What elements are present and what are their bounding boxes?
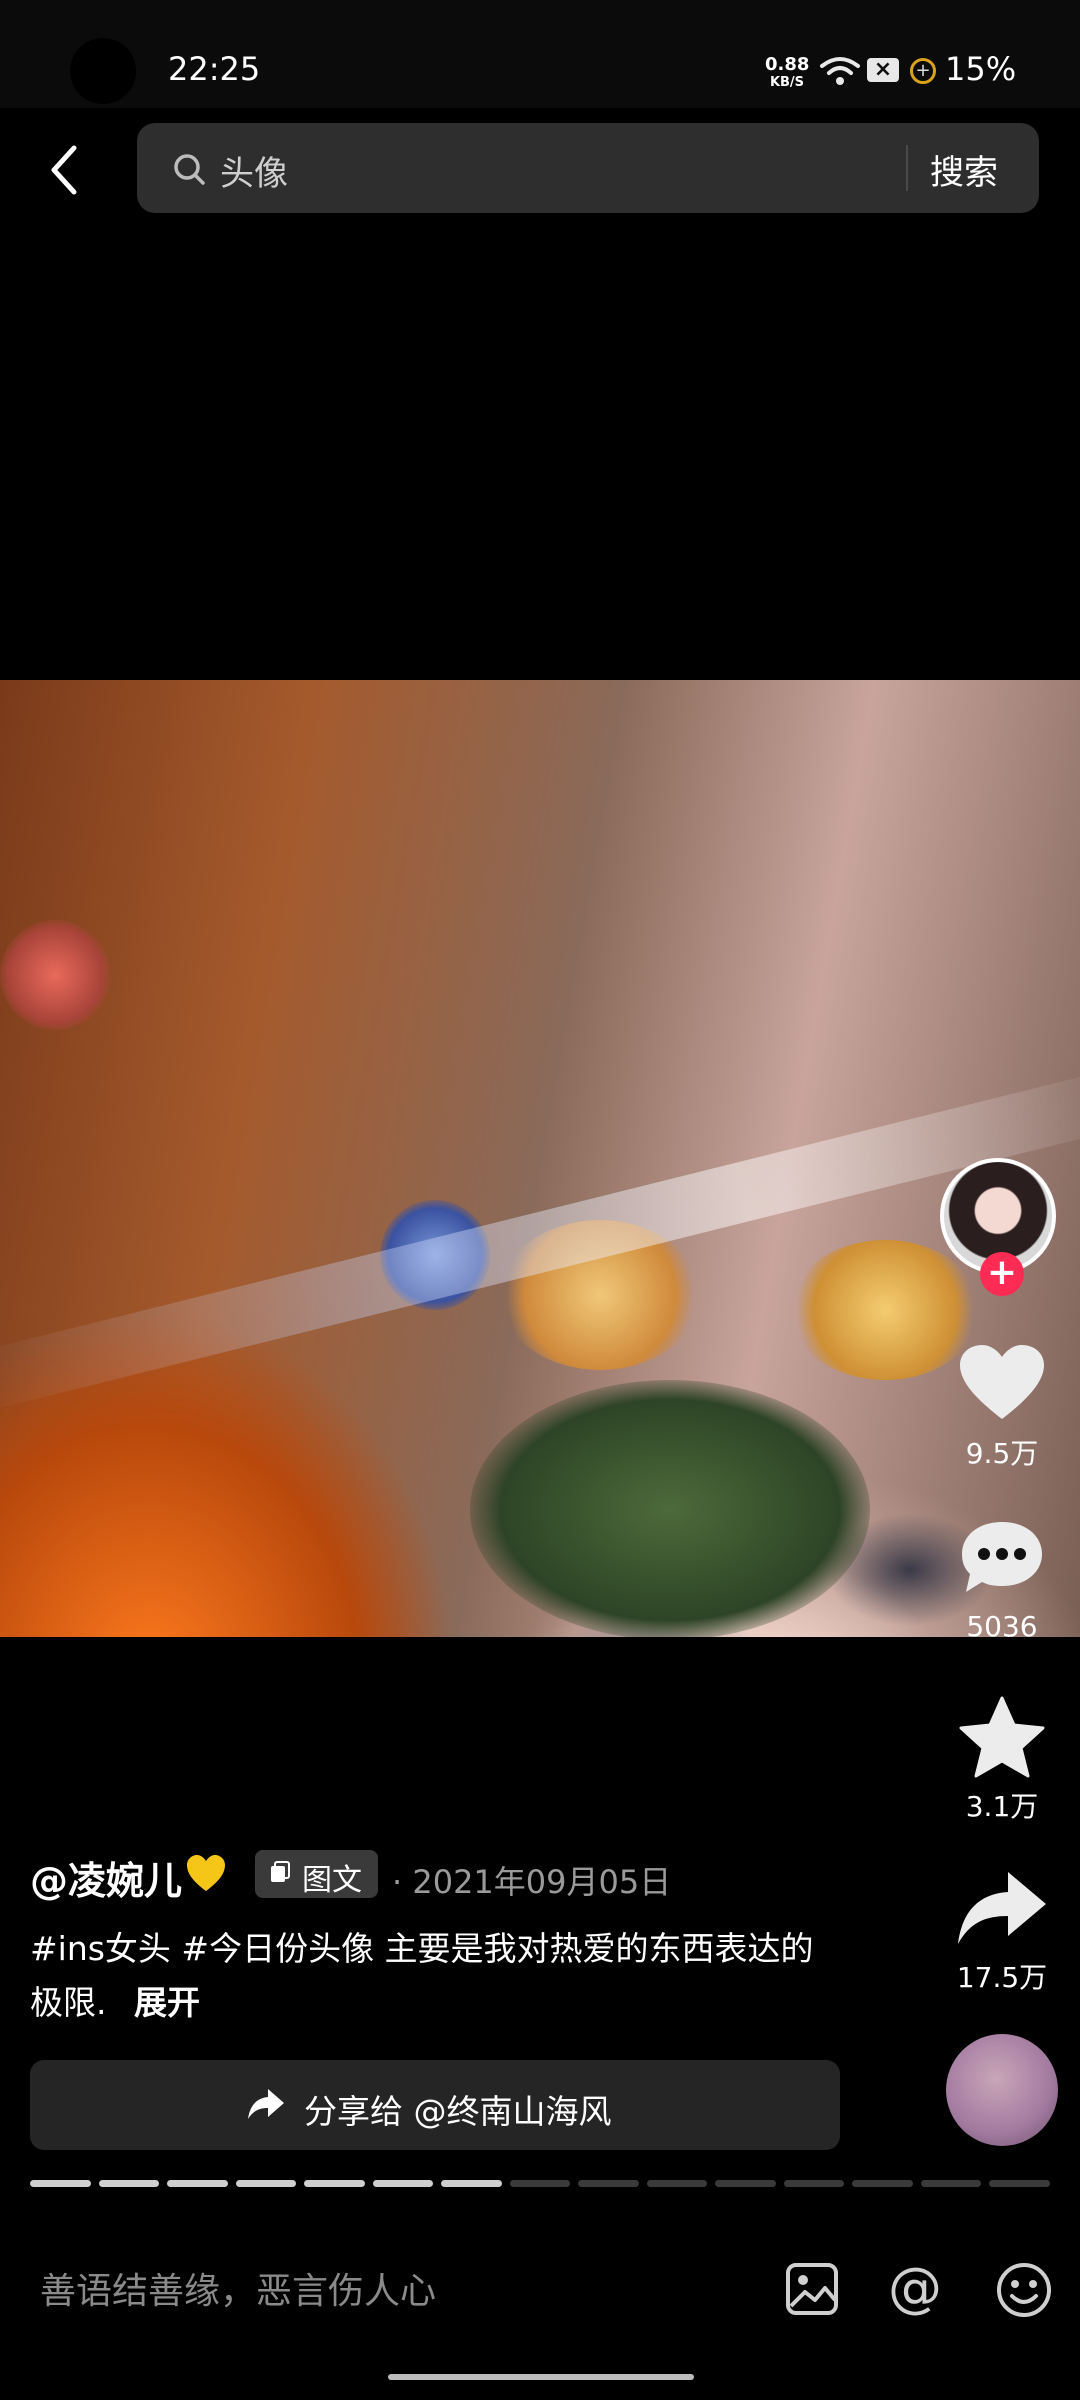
sim-x-icon: ×: [867, 58, 899, 82]
carousel-segment: [441, 2180, 502, 2187]
carousel-segment: [715, 2180, 776, 2187]
carousel-segment: [989, 2180, 1050, 2187]
share-to-label: 分享给 @终南山海风: [304, 2092, 612, 2131]
post-date: · 2021年09月05日: [392, 1863, 672, 1901]
image-text-icon: [271, 1861, 290, 1882]
comment-input[interactable]: 善语结善缘，恶言伤人心: [40, 2262, 436, 2314]
search-query-text[interactable]: 头像: [220, 146, 288, 195]
carousel-segment: [372, 2180, 434, 2187]
carousel-segment: [235, 2180, 297, 2187]
search-icon: [174, 154, 205, 185]
carousel-segment: [30, 2180, 91, 2187]
post-type-label: 图文: [302, 1863, 362, 1898]
carousel-segment: [98, 2180, 160, 2187]
author-name[interactable]: @凌婉儿: [30, 1850, 182, 1905]
comment-icon[interactable]: [958, 1518, 1046, 1598]
carousel-segment: [578, 2180, 639, 2187]
share-arrow-icon: [248, 2089, 284, 2119]
foliage-decoration: [470, 1380, 870, 1637]
share-count: 17.5万: [956, 1961, 1048, 1994]
search-button[interactable]: 搜索: [930, 145, 998, 194]
favorite-count: 3.1万: [965, 1790, 1039, 1823]
image-icon[interactable]: [785, 2262, 839, 2316]
battery-percentage: 15%: [945, 50, 1017, 88]
flower-decoration: [790, 1240, 980, 1380]
caption-text: #ins女头 #今日份头像 主要是我对热爱的东西表达的: [30, 1929, 814, 1968]
mention-at-icon[interactable]: @: [888, 2256, 942, 2319]
favorite-star-icon[interactable]: [958, 1695, 1046, 1779]
flower-decoration: [0, 920, 110, 1030]
carousel-segment: [509, 2180, 571, 2187]
back-button[interactable]: [40, 140, 90, 200]
carousel-segment: [304, 2180, 365, 2187]
status-bar: [0, 0, 1080, 108]
expand-caption-link[interactable]: 展开: [134, 1976, 200, 2024]
caption-text-continued: 极限.: [30, 1983, 107, 2022]
follow-button[interactable]: +: [980, 1252, 1024, 1296]
share-arrow-icon[interactable]: [956, 1868, 1048, 1948]
carousel-progress: [30, 2180, 1050, 2188]
wifi-icon: [820, 57, 860, 85]
emoji-icon[interactable]: [996, 2262, 1052, 2318]
camera-cutout: [70, 38, 136, 104]
like-icon[interactable]: [958, 1343, 1046, 1423]
carousel-segment: [920, 2180, 982, 2187]
battery-saver-icon: +: [910, 58, 936, 84]
network-speed: 0.88 KB/S: [765, 56, 809, 92]
search-divider: [906, 145, 908, 191]
comment-count: 5036: [966, 1610, 1038, 1643]
carousel-segment: [852, 2180, 913, 2187]
carousel-segment: [167, 2180, 228, 2187]
carousel-segment: [646, 2180, 708, 2187]
yellow-heart-icon: [187, 1855, 225, 1891]
carousel-segment: [783, 2180, 845, 2187]
network-speed-value: 0.88: [765, 54, 810, 75]
status-time: 22:25: [168, 50, 261, 88]
home-indicator[interactable]: [388, 2374, 694, 2380]
like-count: 9.5万: [965, 1437, 1039, 1470]
network-speed-unit: KB/S: [769, 75, 805, 90]
music-disc[interactable]: [946, 2034, 1058, 2146]
